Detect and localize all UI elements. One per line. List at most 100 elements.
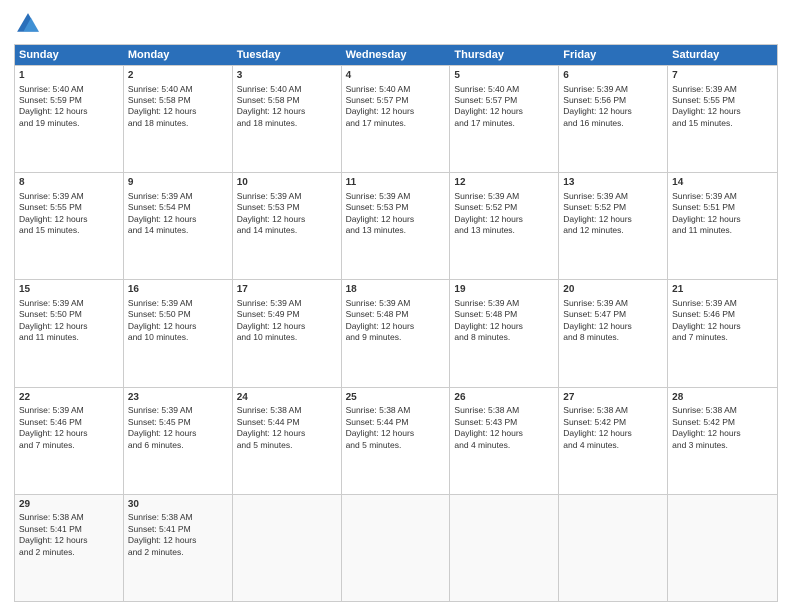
day-number: 6 bbox=[563, 69, 663, 83]
day-info-line: Sunrise: 5:39 AM bbox=[563, 191, 663, 202]
day-info-line: Sunrise: 5:39 AM bbox=[346, 191, 446, 202]
day-info-line: and 17 minutes. bbox=[454, 118, 554, 129]
day-info-line: Daylight: 12 hours bbox=[19, 321, 119, 332]
calendar-cell: 2Sunrise: 5:40 AMSunset: 5:58 PMDaylight… bbox=[124, 66, 233, 172]
day-info-line: and 14 minutes. bbox=[128, 225, 228, 236]
day-info-line: Sunset: 5:42 PM bbox=[672, 417, 773, 428]
day-info-line: Sunset: 5:41 PM bbox=[19, 524, 119, 535]
day-info-line: Sunrise: 5:38 AM bbox=[672, 405, 773, 416]
day-info-line: Sunrise: 5:39 AM bbox=[672, 84, 773, 95]
day-number: 23 bbox=[128, 391, 228, 405]
day-info-line: Daylight: 12 hours bbox=[454, 214, 554, 225]
day-info-line: Daylight: 12 hours bbox=[454, 428, 554, 439]
day-info-line: Daylight: 12 hours bbox=[128, 428, 228, 439]
calendar: SundayMondayTuesdayWednesdayThursdayFrid… bbox=[14, 44, 778, 602]
day-info-line: Sunset: 5:42 PM bbox=[563, 417, 663, 428]
day-info-line: Sunrise: 5:40 AM bbox=[346, 84, 446, 95]
day-info-line: Daylight: 12 hours bbox=[237, 321, 337, 332]
day-info-line: Sunset: 5:43 PM bbox=[454, 417, 554, 428]
day-info-line: and 2 minutes. bbox=[128, 547, 228, 558]
calendar-cell: 23Sunrise: 5:39 AMSunset: 5:45 PMDayligh… bbox=[124, 388, 233, 494]
calendar-row: 29Sunrise: 5:38 AMSunset: 5:41 PMDayligh… bbox=[15, 494, 777, 601]
calendar-cell bbox=[342, 495, 451, 601]
calendar-cell: 8Sunrise: 5:39 AMSunset: 5:55 PMDaylight… bbox=[15, 173, 124, 279]
calendar-cell: 4Sunrise: 5:40 AMSunset: 5:57 PMDaylight… bbox=[342, 66, 451, 172]
calendar-cell: 15Sunrise: 5:39 AMSunset: 5:50 PMDayligh… bbox=[15, 280, 124, 386]
calendar-cell bbox=[668, 495, 777, 601]
day-info-line: Daylight: 12 hours bbox=[19, 535, 119, 546]
calendar-cell: 11Sunrise: 5:39 AMSunset: 5:53 PMDayligh… bbox=[342, 173, 451, 279]
day-info-line: Daylight: 12 hours bbox=[346, 428, 446, 439]
day-info-line: Sunrise: 5:39 AM bbox=[237, 191, 337, 202]
day-info-line: Sunrise: 5:38 AM bbox=[563, 405, 663, 416]
day-info-line: and 14 minutes. bbox=[237, 225, 337, 236]
day-info-line: Sunrise: 5:39 AM bbox=[128, 405, 228, 416]
calendar-cell: 12Sunrise: 5:39 AMSunset: 5:52 PMDayligh… bbox=[450, 173, 559, 279]
day-info-line: Sunrise: 5:39 AM bbox=[454, 298, 554, 309]
day-info-line: Sunset: 5:54 PM bbox=[128, 202, 228, 213]
calendar-cell: 3Sunrise: 5:40 AMSunset: 5:58 PMDaylight… bbox=[233, 66, 342, 172]
day-number: 3 bbox=[237, 69, 337, 83]
day-info-line: Sunrise: 5:40 AM bbox=[454, 84, 554, 95]
logo bbox=[14, 10, 46, 38]
day-info-line: Sunrise: 5:39 AM bbox=[19, 298, 119, 309]
calendar-cell: 9Sunrise: 5:39 AMSunset: 5:54 PMDaylight… bbox=[124, 173, 233, 279]
day-number: 9 bbox=[128, 176, 228, 190]
day-number: 13 bbox=[563, 176, 663, 190]
day-info-line: and 5 minutes. bbox=[346, 440, 446, 451]
calendar-cell: 22Sunrise: 5:39 AMSunset: 5:46 PMDayligh… bbox=[15, 388, 124, 494]
calendar-cell: 27Sunrise: 5:38 AMSunset: 5:42 PMDayligh… bbox=[559, 388, 668, 494]
day-info-line: Sunrise: 5:39 AM bbox=[672, 191, 773, 202]
day-info-line: Sunrise: 5:39 AM bbox=[128, 191, 228, 202]
day-info-line: Daylight: 12 hours bbox=[454, 106, 554, 117]
calendar-row: 22Sunrise: 5:39 AMSunset: 5:46 PMDayligh… bbox=[15, 387, 777, 494]
day-info-line: Sunset: 5:57 PM bbox=[346, 95, 446, 106]
weekday-header: Sunday bbox=[15, 45, 124, 65]
day-number: 8 bbox=[19, 176, 119, 190]
day-info-line: and 8 minutes. bbox=[454, 332, 554, 343]
calendar-cell: 19Sunrise: 5:39 AMSunset: 5:48 PMDayligh… bbox=[450, 280, 559, 386]
calendar-cell: 13Sunrise: 5:39 AMSunset: 5:52 PMDayligh… bbox=[559, 173, 668, 279]
day-number: 19 bbox=[454, 283, 554, 297]
day-info-line: and 4 minutes. bbox=[454, 440, 554, 451]
page: SundayMondayTuesdayWednesdayThursdayFrid… bbox=[0, 0, 792, 612]
header bbox=[14, 10, 778, 38]
calendar-cell: 10Sunrise: 5:39 AMSunset: 5:53 PMDayligh… bbox=[233, 173, 342, 279]
day-info-line: and 10 minutes. bbox=[237, 332, 337, 343]
day-info-line: and 7 minutes. bbox=[19, 440, 119, 451]
calendar-cell: 30Sunrise: 5:38 AMSunset: 5:41 PMDayligh… bbox=[124, 495, 233, 601]
day-info-line: and 8 minutes. bbox=[563, 332, 663, 343]
calendar-body: 1Sunrise: 5:40 AMSunset: 5:59 PMDaylight… bbox=[15, 65, 777, 601]
calendar-cell: 14Sunrise: 5:39 AMSunset: 5:51 PMDayligh… bbox=[668, 173, 777, 279]
day-info-line: and 12 minutes. bbox=[563, 225, 663, 236]
calendar-cell: 29Sunrise: 5:38 AMSunset: 5:41 PMDayligh… bbox=[15, 495, 124, 601]
day-number: 10 bbox=[237, 176, 337, 190]
day-info-line: Sunset: 5:53 PM bbox=[237, 202, 337, 213]
day-info-line: Sunrise: 5:39 AM bbox=[563, 298, 663, 309]
calendar-cell: 16Sunrise: 5:39 AMSunset: 5:50 PMDayligh… bbox=[124, 280, 233, 386]
day-number: 11 bbox=[346, 176, 446, 190]
day-info-line: Sunrise: 5:38 AM bbox=[237, 405, 337, 416]
day-info-line: Daylight: 12 hours bbox=[237, 428, 337, 439]
day-number: 4 bbox=[346, 69, 446, 83]
day-info-line: Sunrise: 5:40 AM bbox=[128, 84, 228, 95]
day-info-line: Daylight: 12 hours bbox=[346, 321, 446, 332]
calendar-cell bbox=[233, 495, 342, 601]
day-info-line: Sunset: 5:45 PM bbox=[128, 417, 228, 428]
day-info-line: Sunset: 5:55 PM bbox=[19, 202, 119, 213]
day-number: 16 bbox=[128, 283, 228, 297]
day-info-line: Sunset: 5:59 PM bbox=[19, 95, 119, 106]
calendar-cell: 1Sunrise: 5:40 AMSunset: 5:59 PMDaylight… bbox=[15, 66, 124, 172]
day-info-line: Sunrise: 5:39 AM bbox=[563, 84, 663, 95]
day-info-line: Daylight: 12 hours bbox=[128, 321, 228, 332]
day-info-line: Sunrise: 5:39 AM bbox=[19, 405, 119, 416]
day-info-line: and 9 minutes. bbox=[346, 332, 446, 343]
weekday-header: Saturday bbox=[668, 45, 777, 65]
day-info-line: and 7 minutes. bbox=[672, 332, 773, 343]
day-info-line: Sunrise: 5:40 AM bbox=[19, 84, 119, 95]
day-info-line: Sunrise: 5:39 AM bbox=[128, 298, 228, 309]
day-number: 20 bbox=[563, 283, 663, 297]
day-number: 2 bbox=[128, 69, 228, 83]
day-number: 28 bbox=[672, 391, 773, 405]
calendar-cell bbox=[559, 495, 668, 601]
